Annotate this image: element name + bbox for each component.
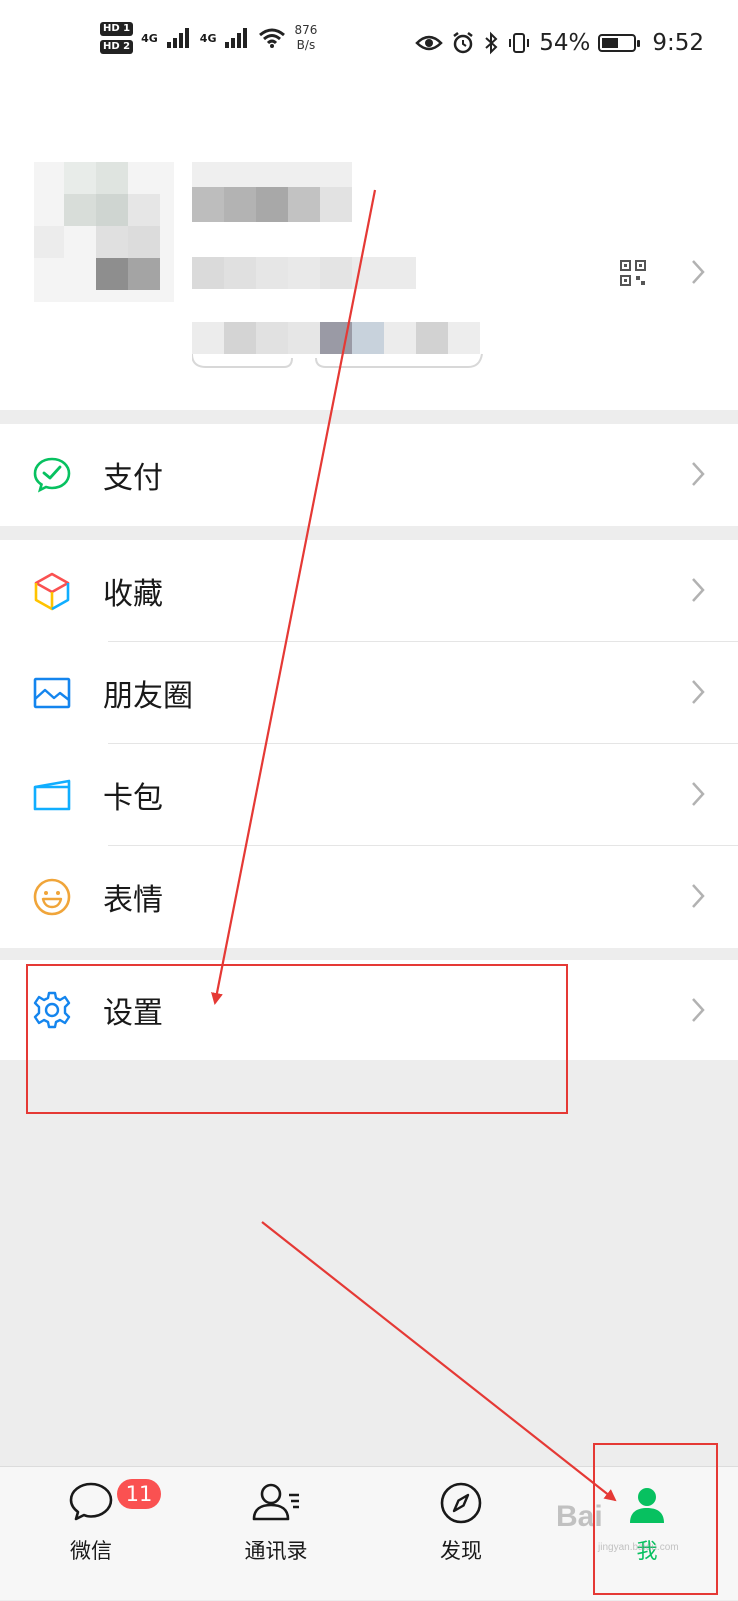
signal2-label: 4G xyxy=(199,31,217,45)
menu-item-stickers[interactable]: 表情 xyxy=(0,846,738,948)
chevron-right-icon xyxy=(692,782,705,806)
menu-item-settings[interactable]: 设置 xyxy=(0,960,738,1060)
watermark-url: jingyan.baidu.com xyxy=(598,1542,679,1553)
network-speed: 876 B/s xyxy=(294,23,317,53)
pay-icon xyxy=(33,457,71,493)
services-section: 收藏 朋友圈 卡包 表情 xyxy=(0,540,738,948)
vibrate-icon xyxy=(509,33,530,53)
menu-item-label: 收藏 xyxy=(103,577,163,612)
contacts-icon xyxy=(252,1483,299,1521)
menu-item-moments[interactable]: 朋友圈 xyxy=(0,642,738,744)
watermark-logo: Bai xyxy=(556,1500,603,1533)
sim2-hd-badge: HD 2 xyxy=(100,40,134,54)
status-left: HD 1 HD 2 4G 4G 876 B/s xyxy=(100,22,317,54)
favorites-icon xyxy=(34,572,70,611)
tab-chats[interactable]: 11 微信 xyxy=(16,1467,166,1601)
signal-icon xyxy=(225,28,248,48)
wifi-icon xyxy=(259,28,286,48)
alarm-icon xyxy=(453,32,473,54)
profile-avatar-blurred xyxy=(34,162,174,302)
chevron-right-icon xyxy=(692,884,705,908)
bluetooth-icon xyxy=(485,31,498,55)
clock: 9:52 xyxy=(652,30,704,56)
settings-section: 设置 xyxy=(0,960,738,1060)
network-speed-unit: B/s xyxy=(296,38,316,52)
menu-item-label: 朋友圈 xyxy=(103,679,193,714)
annotation-arrow-to-me-tab xyxy=(261,1221,617,1502)
unread-badge: 11 xyxy=(117,1479,161,1509)
tab-discover[interactable]: 发现 xyxy=(386,1467,536,1601)
battery-fill xyxy=(602,38,619,48)
me-person-icon xyxy=(630,1488,664,1523)
menu-item-label: 表情 xyxy=(103,883,163,918)
moments-icon xyxy=(33,677,71,709)
tab-label: 通讯录 xyxy=(244,1539,308,1563)
eye-comfort-icon xyxy=(415,35,443,51)
chevron-right-icon xyxy=(692,462,705,486)
battery-percent: 54% xyxy=(539,30,591,56)
menu-item-favorites[interactable]: 收藏 xyxy=(0,540,738,642)
chevron-right-icon[interactable] xyxy=(690,258,706,286)
profile-header[interactable] xyxy=(0,92,738,410)
bottom-tab-bar: 11 微信 通讯录 发现 我 xyxy=(0,1466,738,1600)
settings-gear-icon xyxy=(33,991,71,1029)
profile-name-blurred xyxy=(192,162,483,368)
card-wallet-icon xyxy=(33,779,71,811)
status-right: 54% 9:52 xyxy=(415,30,704,56)
menu-item-label: 支付 xyxy=(103,461,163,496)
chevron-right-icon xyxy=(692,680,705,704)
tab-me[interactable]: 我 xyxy=(572,1467,722,1601)
pay-section: 支付 xyxy=(0,424,738,526)
sticker-icon xyxy=(33,878,71,916)
status-bar: HD 1 HD 2 4G 4G 876 B/s 54% 9:52 xyxy=(0,0,738,92)
battery-icon xyxy=(598,34,641,52)
signal-icon xyxy=(166,28,189,48)
menu-item-pay[interactable]: 支付 xyxy=(0,424,738,526)
chevron-right-icon xyxy=(692,578,705,602)
tab-label: 发现 xyxy=(440,1539,482,1563)
menu-item-card-wallet[interactable]: 卡包 xyxy=(0,744,738,846)
tab-label: 微信 xyxy=(70,1539,112,1563)
menu-item-label: 设置 xyxy=(103,996,163,1031)
discover-compass-icon xyxy=(440,1482,482,1524)
qr-code-icon[interactable] xyxy=(620,260,646,286)
chat-icon xyxy=(69,1482,113,1521)
tab-contacts[interactable]: 通讯录 xyxy=(201,1467,351,1601)
signal1-label: 4G xyxy=(141,31,158,45)
chevron-right-icon xyxy=(692,998,705,1022)
menu-item-label: 卡包 xyxy=(103,781,163,816)
sim1-hd-badge: HD 1 xyxy=(100,22,134,36)
network-speed-value: 876 xyxy=(294,23,318,37)
